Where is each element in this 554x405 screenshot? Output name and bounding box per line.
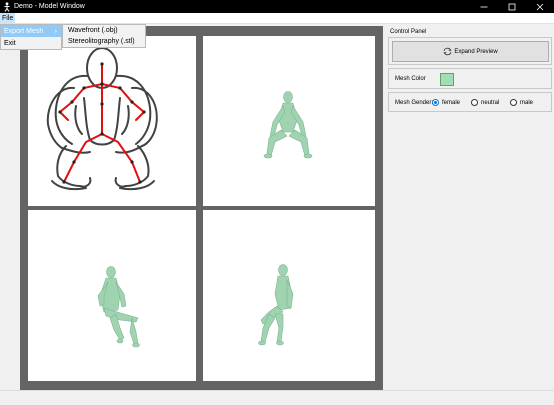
mesh-side-view [97, 266, 140, 348]
menu-item-export-obj[interactable]: Wavefront (.obj) [63, 25, 145, 36]
viewport-sketch[interactable] [28, 36, 196, 206]
viewport-mesh-rear[interactable] [203, 210, 375, 381]
minimize-button[interactable] [470, 0, 498, 13]
gender-option-label: female [442, 100, 461, 106]
control-panel-title: Control Panel [390, 29, 427, 35]
mesh-rear-view [258, 264, 294, 346]
export-mesh-submenu: Wavefront (.obj) Stereolitography (.stl) [62, 24, 146, 48]
title-bar: Demo - Model Window [0, 0, 554, 13]
close-icon [536, 3, 544, 10]
menu-item-exit[interactable]: Exit [1, 37, 61, 49]
menu-bar: File [0, 13, 554, 24]
minimize-icon [480, 6, 488, 7]
window-title: Demo - Model Window [14, 3, 85, 10]
mesh-color-swatch[interactable] [440, 73, 454, 86]
model-viewport-grid [20, 26, 383, 390]
gender-option-label: male [520, 100, 534, 106]
gender-radio-male[interactable] [510, 99, 517, 106]
gender-option-label: neutral [481, 100, 500, 106]
mesh-color-group: Mesh Color [388, 68, 552, 89]
gender-radio-female[interactable] [432, 99, 439, 106]
mesh-front-view [263, 91, 313, 159]
window-controls [470, 0, 554, 13]
maximize-icon [508, 3, 516, 10]
gender-radio-neutral[interactable] [471, 99, 478, 106]
close-button[interactable] [526, 0, 554, 13]
menu-item-label: Export Mesh [4, 27, 44, 35]
viewport-mesh-front[interactable] [203, 36, 375, 206]
mesh-gender-group: Mesh Gender: female neutral male [388, 92, 552, 112]
status-bar [0, 390, 554, 405]
app-icon [2, 1, 12, 12]
expand-arrows-icon [443, 47, 452, 56]
menu-item-label: Exit [4, 39, 16, 47]
expand-preview-group: Expand Preview [388, 37, 552, 65]
menu-item-export-stl[interactable]: Stereolitography (.stl) [63, 36, 145, 47]
file-dropdown-menu: Export Mesh › Exit [0, 24, 62, 50]
submenu-arrow-icon: › [54, 28, 57, 35]
expand-preview-button[interactable]: Expand Preview [392, 41, 549, 62]
menu-file[interactable]: File [0, 13, 16, 24]
sketch-with-skeleton [46, 47, 158, 191]
mesh-gender-label: Mesh Gender: [395, 100, 434, 106]
viewport-mesh-side[interactable] [28, 210, 196, 381]
menu-item-export-mesh[interactable]: Export Mesh › [1, 25, 61, 37]
maximize-button[interactable] [498, 0, 526, 13]
expand-preview-label: Expand Preview [454, 48, 498, 55]
mesh-color-label: Mesh Color [395, 76, 426, 82]
